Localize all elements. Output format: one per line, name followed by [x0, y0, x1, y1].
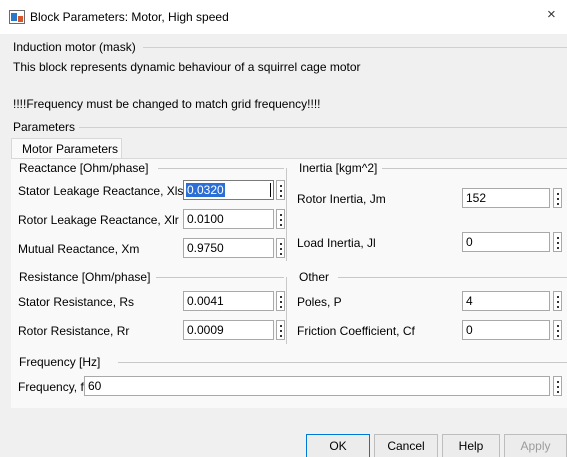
- jl-input[interactable]: 0: [462, 232, 550, 252]
- xm-options-button[interactable]: [276, 238, 285, 258]
- field-label-frequency: Frequency, f: [18, 380, 84, 394]
- group-title-resistance: Resistance [Ohm/phase]: [19, 270, 151, 284]
- frequency-value: 60: [88, 379, 102, 393]
- field-label-cf: Friction Coefficient, Cf: [297, 324, 415, 338]
- parameters-divider: [79, 127, 567, 128]
- cancel-button[interactable]: Cancel: [374, 434, 438, 457]
- group-border-frequency: [118, 362, 567, 363]
- rs-value: 0.0041: [187, 294, 224, 308]
- field-label-jl: Load Inertia, Jl: [297, 236, 376, 250]
- rr-value: 0.0009: [187, 323, 224, 337]
- ok-button[interactable]: OK: [306, 434, 370, 457]
- tab-motor-parameters[interactable]: Motor Parameters: [11, 138, 122, 159]
- xm-input[interactable]: 0.9750: [183, 238, 274, 258]
- field-label-xlr: Rotor Leakage Reactance, Xlr: [18, 213, 179, 227]
- group-border-resistance: [156, 277, 284, 278]
- group-title-other: Other: [299, 270, 330, 284]
- mask-type-divider: [143, 47, 567, 48]
- xlr-input[interactable]: 0.0100: [183, 209, 274, 229]
- group-border-resistance-right: [286, 277, 287, 344]
- group-title-inertia: Inertia [kgm^2]: [299, 161, 378, 175]
- cf-value: 0: [466, 323, 473, 337]
- simulink-block-icon: [9, 10, 25, 24]
- jm-input[interactable]: 152: [462, 188, 550, 208]
- title-bar: Block Parameters: Motor, High speed ×: [0, 0, 567, 34]
- field-label-rr: Rotor Resistance, Rr: [18, 324, 130, 338]
- xlr-value: 0.0100: [187, 212, 224, 226]
- jm-value: 152: [466, 191, 487, 205]
- frequency-input[interactable]: 60: [84, 376, 550, 396]
- group-border-reactance: [158, 168, 284, 169]
- apply-button[interactable]: Apply: [504, 434, 567, 457]
- close-icon[interactable]: ×: [547, 7, 556, 23]
- rr-input[interactable]: 0.0009: [183, 320, 274, 340]
- text-caret: [270, 183, 271, 197]
- field-label-xm: Mutual Reactance, Xm: [18, 242, 140, 256]
- xlr-options-button[interactable]: [276, 209, 285, 229]
- parameters-label: Parameters: [13, 120, 76, 134]
- window-title: Block Parameters: Motor, High speed: [30, 10, 229, 24]
- xls-value: 0.0320: [186, 183, 225, 197]
- field-label-xls: Stator Leakage Reactance, Xls: [18, 184, 184, 198]
- poles-options-button[interactable]: [553, 291, 562, 311]
- group-border-reactance-right: [286, 168, 287, 261]
- help-button[interactable]: Help: [442, 434, 500, 457]
- group-title-frequency: Frequency [Hz]: [19, 355, 101, 369]
- cf-options-button[interactable]: [553, 320, 562, 340]
- mask-description: This block represents dynamic behaviour …: [13, 60, 361, 74]
- poles-value: 4: [466, 294, 473, 308]
- cf-input[interactable]: 0: [462, 320, 550, 340]
- xls-input[interactable]: 0.0320: [183, 180, 274, 200]
- rs-input[interactable]: 0.0041: [183, 291, 274, 311]
- tab-label: Motor Parameters: [22, 142, 119, 156]
- rr-options-button[interactable]: [276, 320, 285, 340]
- jl-options-button[interactable]: [553, 232, 562, 252]
- poles-input[interactable]: 4: [462, 291, 550, 311]
- jm-options-button[interactable]: [553, 188, 562, 208]
- field-label-jm: Rotor Inertia, Jm: [297, 192, 386, 206]
- jl-value: 0: [466, 235, 473, 249]
- mask-type-label: Induction motor (mask): [13, 40, 136, 54]
- rs-options-button[interactable]: [276, 291, 285, 311]
- field-label-poles: Poles, P: [297, 295, 342, 309]
- group-border-inertia: [382, 168, 567, 169]
- xls-options-button[interactable]: [276, 180, 285, 200]
- group-title-reactance: Reactance [Ohm/phase]: [19, 161, 149, 175]
- xm-value: 0.9750: [187, 241, 224, 255]
- group-border-other: [338, 277, 567, 278]
- field-label-rs: Stator Resistance, Rs: [18, 295, 135, 309]
- frequency-options-button[interactable]: [553, 376, 562, 396]
- mask-note: !!!!Frequency must be changed to match g…: [13, 97, 321, 111]
